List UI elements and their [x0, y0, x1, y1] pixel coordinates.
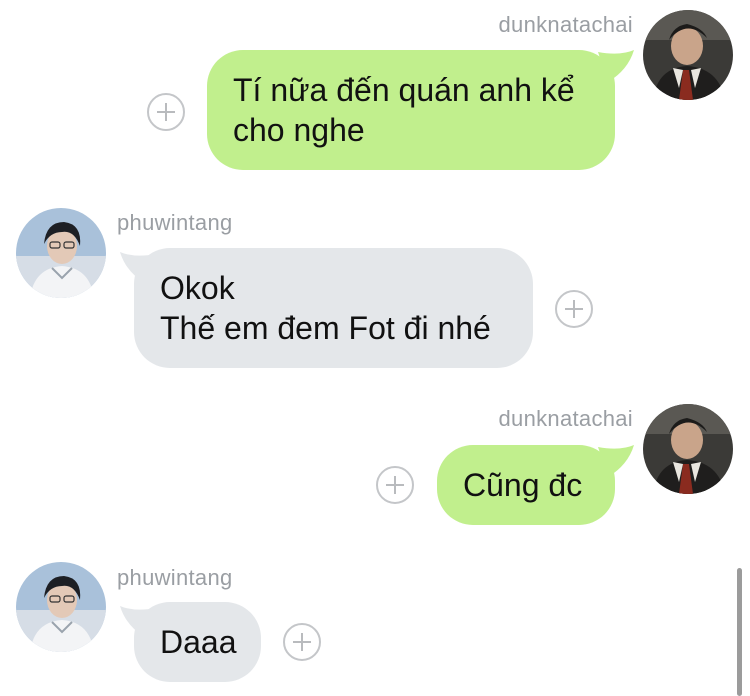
sender-username[interactable]: dunknatachai	[499, 12, 633, 38]
message-text-line: Cũng đc	[463, 467, 583, 503]
bubble-tail	[598, 445, 634, 477]
bubble-tail	[598, 50, 634, 82]
message-bubble[interactable]: Okok Thế em đem Fot đi nhé	[134, 248, 533, 368]
message-bubble[interactable]: Daaa	[134, 602, 261, 682]
sender-username[interactable]: dunknatachai	[499, 406, 633, 432]
message-text-line: Daaa	[160, 624, 237, 660]
avatar-dunknatachai[interactable]	[643, 404, 733, 494]
scrollbar[interactable]	[737, 568, 742, 696]
message-text-line: Thế em đem Fot đi nhé	[160, 310, 491, 346]
add-reaction-button[interactable]	[147, 93, 185, 131]
avatar-dunknatachai[interactable]	[643, 10, 733, 100]
sender-username[interactable]: phuwintang	[117, 210, 233, 236]
avatar-phuwintang[interactable]	[16, 208, 106, 298]
avatar-phuwintang[interactable]	[16, 562, 106, 652]
sender-username[interactable]: phuwintang	[117, 565, 233, 591]
add-reaction-button[interactable]	[283, 623, 321, 661]
add-reaction-button[interactable]	[555, 290, 593, 328]
add-reaction-button[interactable]	[376, 466, 414, 504]
message-text-line: Tí nữa đến quán anh kể	[233, 72, 575, 108]
message-bubble[interactable]: Tí nữa đến quán anh kể cho nghe	[207, 50, 615, 170]
message-bubble[interactable]: Cũng đc	[437, 445, 615, 525]
message-text-line: Okok	[160, 270, 235, 306]
message-text-line: cho nghe	[233, 112, 365, 148]
